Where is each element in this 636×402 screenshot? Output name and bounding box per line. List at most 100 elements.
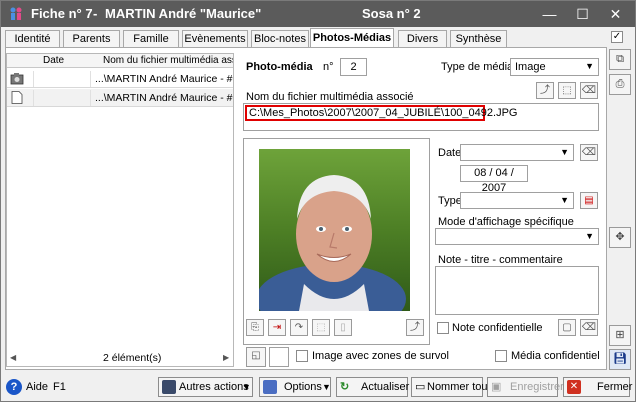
media-confidential-label: Média confidentiel [511, 350, 600, 362]
media-type-select[interactable]: Image ▼ [510, 58, 599, 76]
erase-icon[interactable]: ⌫ [580, 82, 598, 99]
scroll-left-icon[interactable]: ◀ [10, 353, 16, 362]
chevron-down-icon: ▼ [585, 231, 594, 241]
close-icon: ✕ [567, 380, 581, 394]
tab-synthese[interactable]: Synthèse [450, 30, 507, 48]
copy-icon[interactable]: ⧉ [609, 49, 631, 70]
refresh-icon: ↻ [340, 381, 350, 393]
open-file-icon[interactable]: ⬚ [558, 82, 576, 99]
media-number-label: n° [323, 61, 334, 73]
rotate-icon[interactable]: ↷ [290, 319, 308, 336]
move-icon[interactable]: ✥ [609, 227, 631, 248]
fiche-number: Fiche n° 7 [31, 6, 93, 21]
blank-page-icon[interactable]: ▯ [334, 319, 352, 336]
tab-famille[interactable]: Famille [123, 30, 179, 48]
row-filename: ...\MARTIN André Maurice - #00000 [95, 73, 233, 85]
chevron-down-icon: ▼ [322, 382, 331, 392]
import-image-icon[interactable]: ⇥ [268, 319, 286, 336]
link-icon[interactable]: ⤴ [536, 82, 554, 99]
options-label: Options [284, 381, 322, 393]
title-separator: - [93, 6, 98, 21]
tab-divers[interactable]: Divers [398, 30, 447, 48]
chevron-down-icon: ▼ [560, 147, 569, 157]
close-window-button[interactable]: ✕ [599, 1, 632, 27]
file-path-input[interactable]: C:\Mes_Photos\2007\2007_04_JUBILÉ\100_04… [245, 105, 517, 121]
rename-all-button[interactable]: ▭ Nommer tous [411, 377, 493, 397]
note-eraser-icon[interactable]: ⌫ [580, 319, 598, 336]
rename-icon: ▭ [415, 381, 426, 393]
media-confidential-checkbox[interactable] [495, 350, 507, 362]
list-item[interactable]: ...\MARTIN André Maurice - #00000 [7, 89, 233, 107]
portrait-image [259, 175, 406, 311]
save-label: Enregistrer [510, 381, 564, 393]
tab-identite[interactable]: Identité [5, 30, 60, 48]
media-title: Photo-média [246, 61, 313, 73]
note-textarea[interactable] [435, 266, 599, 315]
zoom-icon[interactable]: ⊞ [609, 325, 631, 346]
zones-label: Image avec zones de survol [312, 350, 449, 362]
help-icon[interactable]: ? [6, 379, 22, 395]
list-footer: ◀ 2 élément(s) ▶ [7, 350, 233, 366]
close-label: Fermer [597, 381, 633, 393]
refresh-label: Actualiser [361, 381, 410, 393]
help-label[interactable]: Aide [26, 381, 48, 393]
tab-evenements[interactable]: Evènements [182, 30, 248, 48]
date-field[interactable]: 08 / 04 / 2007 [460, 165, 528, 194]
tab-parents[interactable]: Parents [63, 30, 120, 48]
person-name: MARTIN André "Maurice" [105, 6, 262, 21]
fiche-window: Fiche n° 7 - MARTIN André "Maurice" Sosa… [0, 0, 636, 402]
type-list-icon[interactable]: ▤ [580, 192, 598, 209]
note-confidential-label: Note confidentielle [452, 322, 543, 334]
scroll-right-icon[interactable]: ▶ [223, 353, 229, 362]
display-mode-select[interactable]: ▼ [435, 228, 599, 245]
zones-checkbox[interactable] [296, 350, 308, 362]
date-label: Date [438, 147, 462, 159]
document-icon [11, 91, 23, 104]
close-button[interactable]: ✕ Fermer [563, 377, 633, 397]
other-actions-button[interactable]: Autres actions ▼ [158, 377, 253, 397]
note-frame-icon[interactable]: ▢ [558, 319, 576, 336]
rename-all-label: Nommer tous [427, 381, 494, 393]
item-count: 2 élément(s) [103, 352, 162, 364]
refresh-button[interactable]: ↻ Actualiser [336, 377, 410, 397]
column-date[interactable]: Date [43, 55, 64, 66]
note-confidential-checkbox[interactable] [437, 322, 449, 334]
export-icon[interactable]: ⤴ [406, 319, 424, 336]
column-filename[interactable]: Nom du fichier multimédia associé [103, 55, 233, 66]
row-filename: ...\MARTIN André Maurice - #00000 [95, 92, 233, 104]
zones-icon[interactable]: ◱ [246, 347, 266, 367]
zones-preview[interactable] [269, 347, 289, 367]
family-tree-icon [10, 7, 22, 20]
help-shortcut: F1 [53, 381, 66, 393]
save-image-icon[interactable]: ⎘ [246, 319, 264, 336]
type-label: Type [438, 195, 462, 207]
save-button[interactable]: ▣ Enregistrer [487, 377, 564, 397]
media-list[interactable]: Date Nom du fichier multimédia associé .… [6, 53, 234, 367]
photo-preview[interactable] [259, 149, 410, 311]
media-number-field[interactable]: 2 [340, 58, 367, 76]
save-disk-icon[interactable]: 💾︎ [609, 349, 631, 370]
save-icon: ▣ [491, 381, 502, 393]
minimize-button[interactable]: — [533, 1, 566, 27]
display-mode-label: Mode d'affichage spécifique [438, 216, 574, 228]
row-date [33, 90, 91, 106]
file-path-area: C:\Mes_Photos\2007\2007_04_JUBILÉ\100_04… [243, 103, 599, 131]
type-select[interactable]: ▼ [460, 192, 574, 209]
tab-bloc-notes[interactable]: Bloc-notes [251, 30, 309, 48]
print-icon[interactable]: ⎙ [609, 74, 631, 95]
eraser-icon[interactable]: ⌫ [580, 144, 598, 161]
tab-photos-medias[interactable]: Photos-Médias [310, 28, 394, 49]
sosa-number: Sosa n° 2 [362, 6, 421, 21]
crop-icon[interactable]: ⬚ [312, 319, 330, 336]
bottom-toolbar: ? Aide F1 Autres actions ▼ Options ▼ ↻ A… [1, 373, 635, 401]
clapper-icon [162, 380, 176, 394]
title-bar[interactable]: Fiche n° 7 - MARTIN André "Maurice" Sosa… [1, 1, 635, 27]
date-select[interactable]: ▼ [460, 144, 574, 161]
media-type-label: Type de média [441, 61, 514, 73]
pin-checkbox[interactable]: ✓ [611, 31, 623, 43]
options-button[interactable]: Options ▼ [259, 377, 331, 397]
chevron-down-icon: ▼ [560, 195, 569, 205]
maximize-button[interactable]: ☐ [566, 1, 599, 27]
other-actions-label: Autres actions [179, 381, 249, 393]
list-item[interactable]: ...\MARTIN André Maurice - #00000 [7, 70, 233, 88]
